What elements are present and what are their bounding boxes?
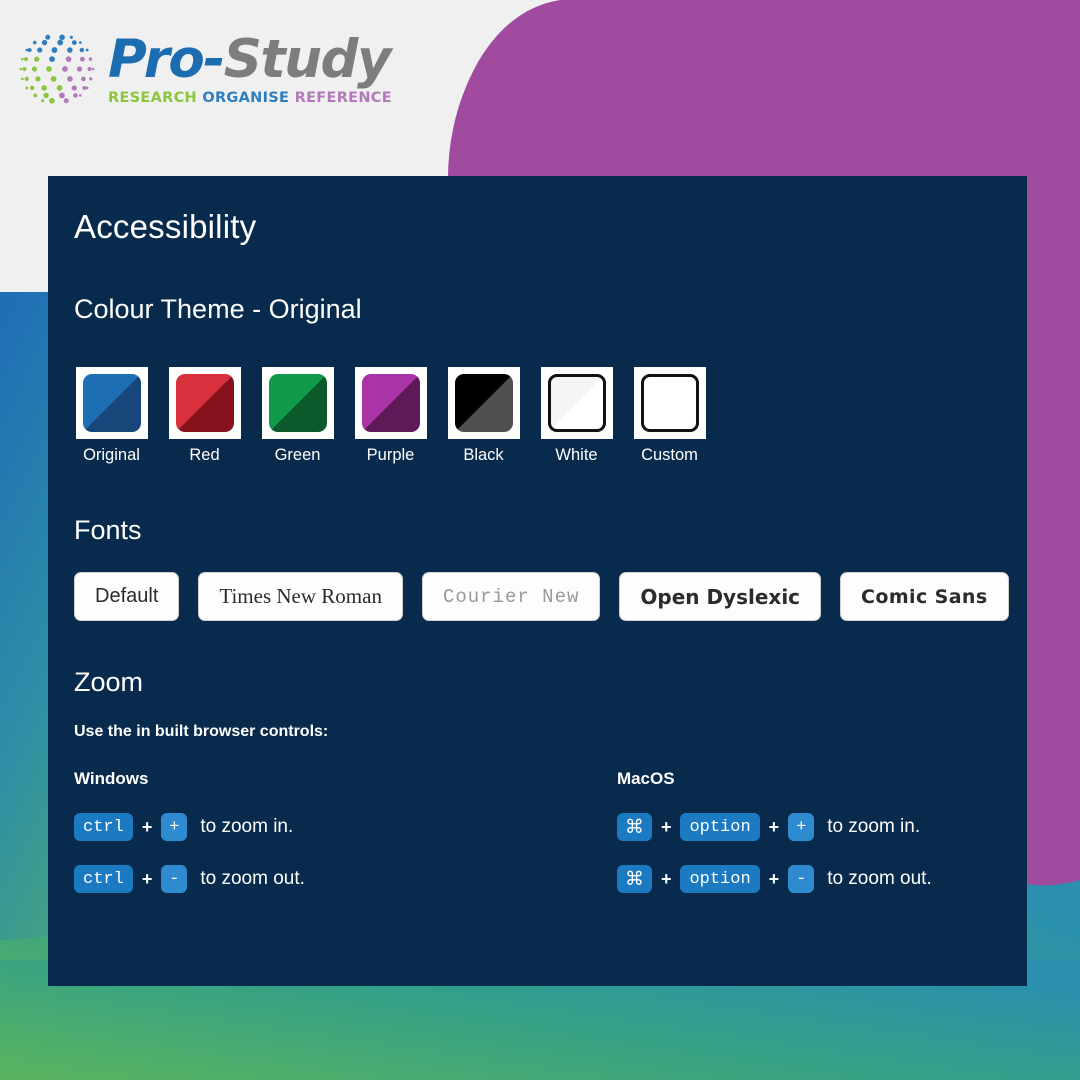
key-badge-minus[interactable]: - [161,865,188,893]
swatch-label: White [555,446,598,464]
shortcut-description: to zoom in. [827,816,921,837]
windows-shortcut-row: ctrl + + to zoom in. [74,813,617,841]
key-badge-option[interactable]: option [680,865,760,893]
macos-platform-label: MacOS [616,769,675,788]
font-button-times-new-roman[interactable]: Times New Roman [198,572,403,621]
key-badge-plus[interactable]: + [788,813,815,841]
key-badge-option[interactable]: option [680,813,760,841]
zoom-intro-text: Use the in built browser controls: [74,723,329,740]
colour-theme-heading: Colour Theme - Original [74,294,362,324]
colour-theme-swatch-row: Original Red Green Purple Black White Custom [74,367,997,465]
shortcut-description: to zoom out. [200,868,305,889]
brand-text: Pro-Study RESEARCH ORGANISE REFERENCE [108,33,392,106]
swatch-label: Green [274,446,321,464]
font-button-comic-sans[interactable]: Comic Sans [840,572,1009,621]
swatch-chip [361,374,420,432]
font-button-default[interactable]: Default [74,572,180,621]
swatch-label: Red [189,446,220,464]
colour-swatch-white[interactable]: White [540,367,613,465]
colour-swatch-black[interactable]: Black [447,367,520,465]
windows-shortcut-rows: ctrl + + to zoom in. ctrl + - to zoom out. [74,813,617,893]
macos-shortcut-column: MacOS ⌘ + option + + to zoom in. ⌘ + option + - to … [616,769,997,893]
swatch-chip [268,374,327,432]
macos-shortcut-rows: ⌘ + option + + to zoom in. ⌘ + option + - to zoom o… [616,813,997,893]
zoom-shortcut-columns: Windows ctrl + + to zoom in. ctrl + - to zoom o… [74,769,997,893]
swatch-chip [640,374,699,432]
colour-swatch-custom[interactable]: Custom [633,367,706,465]
swatch-chip [82,374,141,432]
macos-shortcut-row: ⌘ + option + - to zoom out. [616,865,997,893]
swatch-frame [261,367,334,439]
key-separator: + [141,816,153,837]
swatch-frame [75,367,148,439]
swatch-frame [447,367,520,439]
brand-logo: Pro-Study RESEARCH ORGANISE REFERENCE [14,26,392,112]
swatch-label: Original [83,446,140,464]
tagline-research: RESEARCH [108,89,197,106]
key-badge-minus[interactable]: - [788,865,815,893]
colour-swatch-green[interactable]: Green [261,367,334,465]
key-badge-plus[interactable]: + [161,813,188,841]
key-badge-command[interactable]: ⌘ [616,813,652,841]
swatch-frame [540,367,613,439]
key-separator: + [768,868,780,889]
tagline-reference: REFERENCE [294,89,392,106]
swatch-chip [175,374,234,432]
macos-shortcut-row: ⌘ + option + + to zoom in. [616,813,997,841]
globe-dots-icon [19,34,95,104]
brand-wordmark: Pro-Study [108,33,392,86]
swatch-frame [354,367,427,439]
shortcut-description: to zoom out. [827,868,932,889]
tagline-organise: ORGANISE [202,89,290,106]
key-badge-command[interactable]: ⌘ [616,865,652,893]
font-button-open-dyslexic[interactable]: Open Dyslexic [619,572,822,621]
swatch-label: Purple [366,446,415,464]
wordmark-dash: - [203,28,225,90]
swatch-chip [547,374,606,432]
swatch-chip [454,374,513,432]
colour-swatch-red[interactable]: Red [168,367,241,465]
key-separator: + [141,868,153,889]
font-option-row: Default Times New Roman Courier New Open Dy… [74,572,1009,621]
key-separator: + [660,816,672,837]
swatch-frame [168,367,241,439]
brand-tagline: RESEARCH ORGANISE REFERENCE [108,90,392,106]
swatch-frame [633,367,706,439]
zoom-heading: Zoom [74,667,144,697]
page-title: Accessibility [74,208,257,245]
windows-platform-label: Windows [74,769,149,788]
colour-swatch-purple[interactable]: Purple [354,367,427,465]
fonts-heading: Fonts [74,515,142,545]
key-badge-ctrl[interactable]: ctrl [74,865,133,893]
accessibility-panel: Accessibility Colour Theme - Original Or… [48,176,1027,986]
shortcut-description: to zoom in. [200,816,294,837]
wordmark-study: Study [223,28,392,90]
windows-shortcut-column: Windows ctrl + + to zoom in. ctrl + - to zoom o… [74,769,617,893]
wordmark-pro: Pro [108,28,205,90]
swatch-label: Black [463,446,504,464]
key-separator: + [768,816,780,837]
colour-swatch-original[interactable]: Original [75,367,148,465]
swatch-label: Custom [641,446,698,464]
windows-shortcut-row: ctrl + - to zoom out. [74,865,617,893]
key-separator: + [660,868,672,889]
font-button-courier-new[interactable]: Courier New [421,572,601,621]
key-badge-ctrl[interactable]: ctrl [74,813,133,841]
